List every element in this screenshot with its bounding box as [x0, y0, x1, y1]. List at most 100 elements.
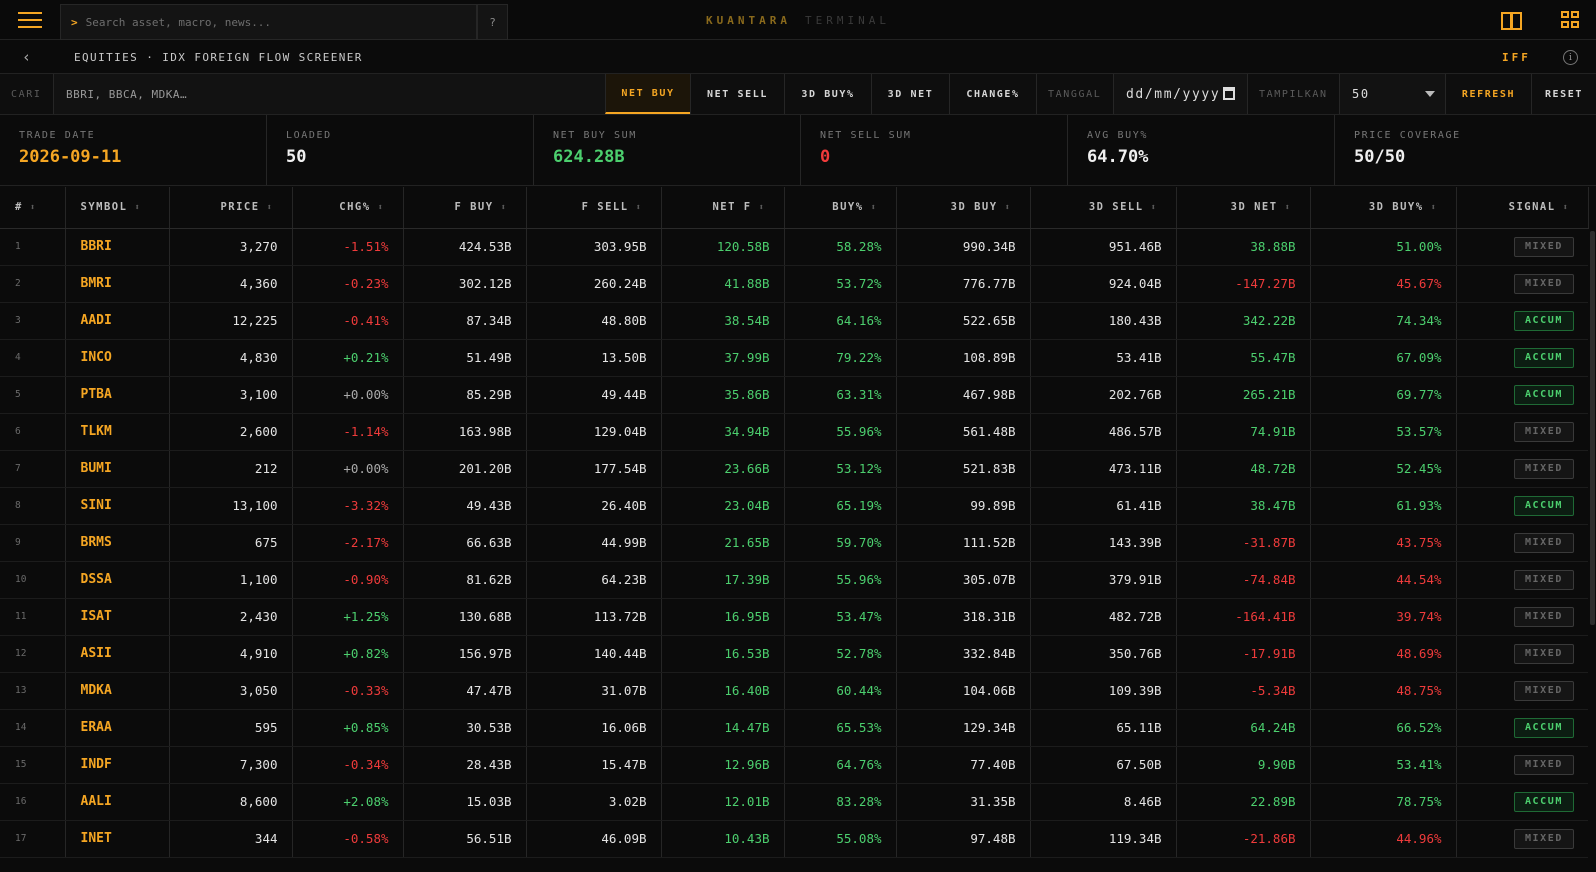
- sort-icon[interactable]: ⬍: [759, 203, 766, 213]
- symbol-cell[interactable]: AADI: [65, 302, 170, 340]
- search-input[interactable]: [85, 15, 446, 29]
- tab-change-pct[interactable]: CHANGE%: [949, 74, 1036, 114]
- column-header[interactable]: BUY% ⬍: [784, 187, 897, 229]
- signal-cell: MIXED: [1456, 672, 1588, 710]
- column-header[interactable]: 3D BUY ⬍: [896, 187, 1031, 229]
- column-header[interactable]: # ⬍: [0, 187, 66, 229]
- column-header[interactable]: 3D BUY% ⬍: [1310, 187, 1457, 229]
- table-row[interactable]: 7 BUMI 212 +0.00% 201.20B 177.54B 23.66B 53.12%…: [0, 450, 1588, 488]
- table-row[interactable]: 3 AADI 12,225 -0.41% 87.34B 48.80B 38.54B 64.16…: [0, 302, 1588, 340]
- sort-icon[interactable]: ⬍: [1285, 203, 1292, 213]
- help-button[interactable]: ?: [477, 4, 508, 40]
- column-header[interactable]: CHG% ⬍: [292, 187, 404, 229]
- data-cell: 61.41B: [1030, 487, 1177, 525]
- symbol-cell[interactable]: AALI: [65, 783, 170, 821]
- grid-layout-icon[interactable]: [1560, 10, 1582, 30]
- symbol-cell[interactable]: BBRI: [65, 228, 170, 266]
- sort-icon[interactable]: ⬍: [378, 203, 385, 213]
- sort-icon[interactable]: ⬍: [1005, 203, 1012, 213]
- column-header[interactable]: 3D SELL ⬍: [1030, 187, 1177, 229]
- symbol-cell[interactable]: TLKM: [65, 413, 170, 451]
- data-cell: 64.23B: [526, 561, 662, 599]
- calendar-icon[interactable]: [1223, 87, 1235, 100]
- table-row[interactable]: 16 AALI 8,600 +2.08% 15.03B 3.02B 12.01B 83.28%…: [0, 783, 1588, 821]
- symbol-cell[interactable]: DSSA: [65, 561, 170, 599]
- column-header-label: SYMBOL: [80, 201, 128, 214]
- column-header[interactable]: SYMBOL ⬍: [65, 187, 170, 229]
- sort-icon[interactable]: ⬍: [871, 203, 878, 213]
- tab-net-sell[interactable]: NET SELL: [690, 74, 784, 114]
- info-icon[interactable]: i: [1563, 50, 1578, 65]
- tab-3d-buy-pct[interactable]: 3D BUY%: [784, 74, 871, 114]
- signal-cell: MIXED: [1456, 450, 1588, 488]
- symbol-cell[interactable]: PTBA: [65, 376, 170, 414]
- scrollbar-thumb[interactable]: [1590, 231, 1595, 625]
- table-row[interactable]: 2 BMRI 4,360 -0.23% 302.12B 260.24B 41.88B 53.7…: [0, 265, 1588, 303]
- table-row[interactable]: 13 MDKA 3,050 -0.33% 47.47B 31.07B 16.40B 60.44…: [0, 672, 1588, 710]
- column-header[interactable]: SIGNAL ⬍: [1456, 187, 1589, 229]
- symbol-cell[interactable]: ASII: [65, 635, 170, 673]
- table-row[interactable]: 5 PTBA 3,100 +0.00% 85.29B 49.44B 35.86B 63.31%…: [0, 376, 1588, 414]
- date-input[interactable]: dd/mm/yyyy: [1113, 74, 1247, 114]
- data-cell: 303.95B: [526, 228, 662, 266]
- back-chevron-icon[interactable]: ‹: [22, 48, 31, 66]
- sort-icon[interactable]: ⬍: [267, 203, 274, 213]
- rows-select[interactable]: 50: [1339, 74, 1445, 114]
- column-header[interactable]: F SELL ⬍: [526, 187, 662, 229]
- row-index: 13: [0, 672, 66, 710]
- sort-icon[interactable]: ⬍: [1151, 203, 1158, 213]
- sort-icon[interactable]: ⬍: [1563, 203, 1570, 213]
- symbol-cell[interactable]: BMRI: [65, 265, 170, 303]
- table-scrollbar[interactable]: [1589, 187, 1596, 872]
- sort-icon[interactable]: ⬍: [30, 203, 37, 213]
- sort-icon[interactable]: ⬍: [501, 203, 508, 213]
- signal-cell: MIXED: [1456, 746, 1588, 784]
- data-cell: -164.41B: [1176, 598, 1311, 636]
- tab-3d-net[interactable]: 3D NET: [871, 74, 949, 114]
- table-row[interactable]: 12 ASII 4,910 +0.82% 156.97B 140.44B 16.53B 52.…: [0, 635, 1588, 673]
- table-row[interactable]: 1 BBRI 3,270 -1.51% 424.53B 303.95B 120.58B 58.…: [0, 228, 1588, 266]
- table-row[interactable]: 6 TLKM 2,600 -1.14% 163.98B 129.04B 34.94B 55.9…: [0, 413, 1588, 451]
- symbol-cell[interactable]: INET: [65, 820, 170, 858]
- refresh-button[interactable]: REFRESH: [1445, 74, 1531, 114]
- table-row[interactable]: 8 SINI 13,100 -3.32% 49.43B 26.40B 23.04B 65.19…: [0, 487, 1588, 525]
- column-header-label: CHG%: [339, 201, 371, 214]
- column-header[interactable]: NET F ⬍: [661, 187, 785, 229]
- split-columns-icon[interactable]: [1500, 10, 1522, 30]
- tab-net-buy[interactable]: NET BUY: [605, 74, 690, 114]
- table-row[interactable]: 11 ISAT 2,430 +1.25% 130.68B 113.72B 16.95B 53.…: [0, 598, 1588, 636]
- table-row[interactable]: 15 INDF 7,300 -0.34% 28.43B 15.47B 12.96B 64.76…: [0, 746, 1588, 784]
- symbol-cell[interactable]: ERAA: [65, 709, 170, 747]
- symbol-cell[interactable]: ISAT: [65, 598, 170, 636]
- column-header[interactable]: F BUY ⬍: [403, 187, 527, 229]
- sort-icon[interactable]: ⬍: [134, 203, 141, 213]
- hamburger-menu-icon[interactable]: [0, 0, 60, 40]
- data-cell: 23.04B: [661, 487, 785, 525]
- symbol-cell[interactable]: INDF: [65, 746, 170, 784]
- symbol-cell[interactable]: MDKA: [65, 672, 170, 710]
- table-row[interactable]: 9 BRMS 675 -2.17% 66.63B 44.99B 21.65B 59.70% 11…: [0, 524, 1588, 562]
- table-row[interactable]: 10 DSSA 1,100 -0.90% 81.62B 64.23B 17.39B 55.96…: [0, 561, 1588, 599]
- data-cell: 65.53%: [784, 709, 897, 747]
- symbol-cell[interactable]: BUMI: [65, 450, 170, 488]
- signal-badge: MIXED: [1514, 421, 1574, 442]
- table-row[interactable]: 4 INCO 4,830 +0.21% 51.49B 13.50B 37.99B 79.22%…: [0, 339, 1588, 377]
- stat-label: NET BUY SUM: [553, 130, 637, 141]
- sort-icon[interactable]: ⬍: [636, 203, 643, 213]
- table-row[interactable]: 17 INET 344 -0.58% 56.51B 46.09B 10.43B 55.08% 9…: [0, 820, 1588, 858]
- symbol-filter-input[interactable]: BBRI, BBCA, MDKA…: [53, 74, 605, 114]
- symbol-cell[interactable]: INCO: [65, 339, 170, 377]
- table-row[interactable]: 14 ERAA 595 +0.85% 30.53B 16.06B 14.47B 65.53% 1…: [0, 709, 1588, 747]
- command-search[interactable]: >: [60, 4, 477, 40]
- signal-cell: ACCUM: [1456, 783, 1588, 821]
- column-header[interactable]: 3D NET ⬍: [1176, 187, 1311, 229]
- reset-button[interactable]: RESET: [1531, 74, 1596, 114]
- data-cell: 990.34B: [896, 228, 1031, 266]
- symbol-cell[interactable]: SINI: [65, 487, 170, 525]
- symbol-cell[interactable]: BRMS: [65, 524, 170, 562]
- sort-icon[interactable]: ⬍: [1431, 203, 1438, 213]
- data-cell: 4,830: [169, 339, 293, 377]
- data-cell: 55.47B: [1176, 339, 1311, 377]
- data-cell: 2,430: [169, 598, 293, 636]
- column-header[interactable]: PRICE ⬍: [169, 187, 293, 229]
